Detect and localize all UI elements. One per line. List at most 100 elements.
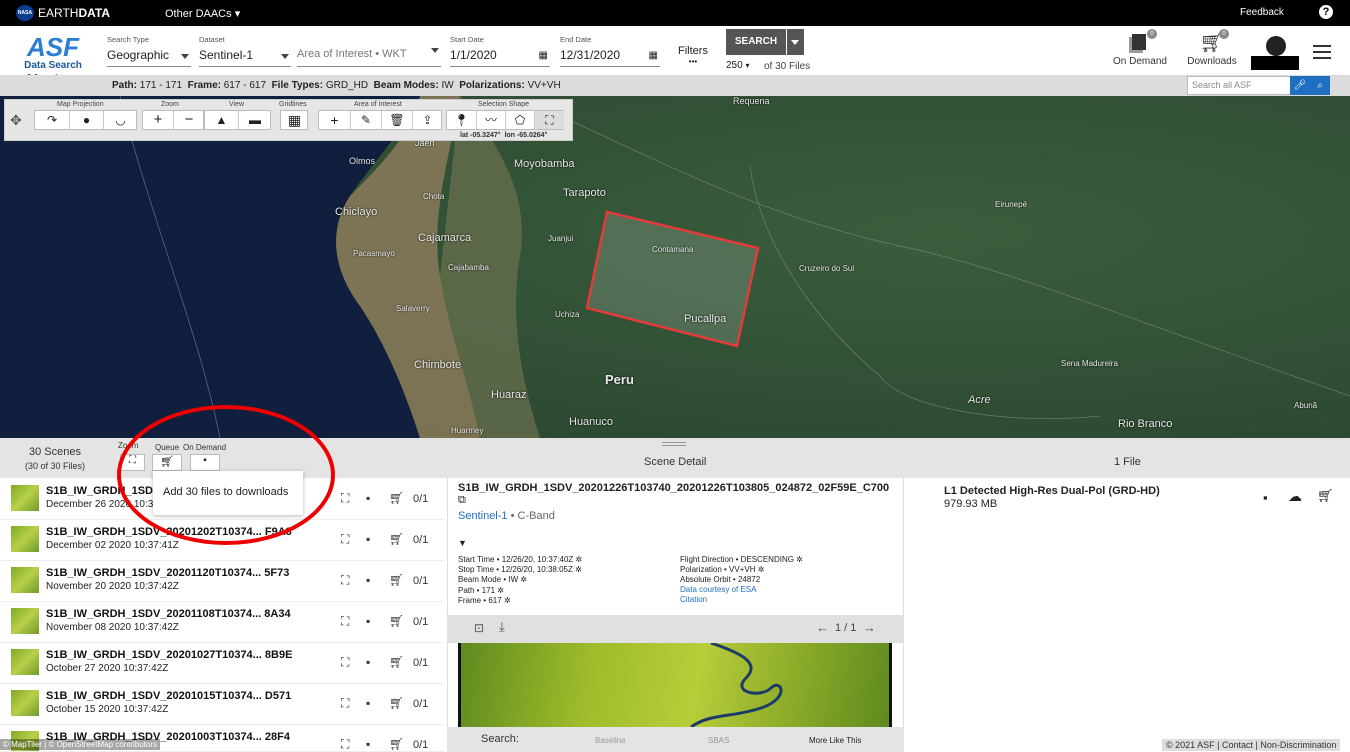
- cloud-download-icon[interactable]: ☁: [1288, 488, 1302, 505]
- frame-label: Frame:: [187, 80, 221, 91]
- zoom-to-scene-icon[interactable]: ⛶: [341, 655, 349, 670]
- river-overlay: [690, 643, 783, 727]
- search-all-asf-input[interactable]: Search all ASF: [1187, 76, 1291, 95]
- hamburger-menu-icon[interactable]: [1313, 45, 1331, 59]
- zoom-to-scene-icon[interactable]: ⛶: [341, 696, 349, 711]
- polarization: Polarization • VV+VH ✲: [680, 565, 765, 574]
- map-background: [0, 96, 1350, 438]
- map-label: Pacasmayo: [353, 249, 395, 258]
- search-type-select[interactable]: Search Type Geographic: [107, 35, 191, 67]
- zoom-to-scene-icon[interactable]: ⛶: [341, 491, 349, 506]
- queued-count: 0/1: [413, 493, 429, 505]
- cart-icon[interactable]: 🛒︎: [389, 532, 404, 546]
- edit-pencil-icon[interactable]: ✎: [350, 111, 381, 129]
- copy-icon[interactable]: ⧉: [458, 494, 466, 507]
- on-demand-icon[interactable]: ▪: [366, 491, 370, 505]
- resize-handle[interactable]: [662, 442, 686, 446]
- cart-icon[interactable]: 🛒︎: [389, 737, 404, 751]
- other-daacs-menu[interactable]: Other DAACs ▾: [165, 7, 240, 20]
- zoom-in-icon[interactable]: +: [143, 111, 173, 129]
- more-dots-icon: •••: [688, 57, 698, 66]
- start-date-field[interactable]: Start Date 1/1/2020 ▦: [450, 35, 550, 67]
- search-button[interactable]: SEARCH: [726, 29, 786, 55]
- cart-icon[interactable]: 🛒︎: [389, 655, 404, 669]
- more-like-this-button[interactable]: More Like This: [809, 736, 861, 745]
- end-date-field[interactable]: End Date 12/31/2020 ▦: [560, 35, 660, 67]
- scene-row[interactable]: S1B_IW_GRDH_1SDV_20201108T10374... 8A34 …: [0, 602, 445, 643]
- arrow-left-icon[interactable]: ←: [816, 620, 829, 635]
- aoi-input[interactable]: Area of Interest • WKT: [297, 35, 441, 67]
- sbas-button[interactable]: SBAS: [708, 736, 729, 745]
- zoom-to-scene-icon[interactable]: ⛶: [341, 532, 349, 547]
- download-icon[interactable]: ⤓: [499, 619, 505, 635]
- on-demand-icon[interactable]: ▪: [366, 737, 370, 751]
- globe-projection-icon[interactable]: ●: [69, 111, 103, 129]
- cart-icon[interactable]: 🛒︎: [1317, 488, 1334, 504]
- browse-image[interactable]: [458, 643, 892, 727]
- on-demand-icon[interactable]: ▪: [366, 696, 370, 710]
- antarctic-projection-icon[interactable]: ◡: [103, 111, 137, 129]
- box-select-icon[interactable]: ⛶: [534, 111, 564, 129]
- upload-icon[interactable]: ⇪: [412, 111, 442, 129]
- calendar-icon[interactable]: ▦: [649, 50, 658, 61]
- earthdata-brand[interactable]: EARTHDATA: [38, 6, 110, 20]
- on-demand-button[interactable]: 0 On Demand: [1112, 29, 1168, 67]
- street-view-icon[interactable]: ▬: [238, 111, 271, 129]
- cart-icon[interactable]: 🛒︎: [389, 614, 404, 628]
- satellite-view-icon[interactable]: ▲: [205, 111, 238, 129]
- top-bar: NASA EARTHDATA Other DAACs ▾ Feedback ?: [0, 0, 1350, 26]
- dataset-select[interactable]: Dataset Sentinel-1: [199, 35, 291, 67]
- arctic-projection-icon[interactable]: ↷: [35, 111, 69, 129]
- on-demand-icon[interactable]: ▪: [366, 573, 370, 587]
- map-view[interactable]: Requena Jaén Moyobamba Olmos Chota Tarap…: [0, 96, 1350, 438]
- add-aoi-icon[interactable]: +: [319, 111, 350, 129]
- zoom-to-scene-icon[interactable]: ⛶: [341, 737, 349, 751]
- courtesy-link[interactable]: Data courtesy of ESA: [680, 585, 756, 594]
- help-icon[interactable]: ?: [1319, 5, 1333, 19]
- nasa-logo[interactable]: NASA: [16, 5, 34, 21]
- chevron-down-icon[interactable]: [431, 48, 439, 53]
- site-footer-links[interactable]: © 2021 ASF | Contact | Non-Discriminatio…: [1162, 739, 1341, 751]
- zoom-to-scene-icon[interactable]: ⛶: [341, 573, 349, 588]
- cart-icon[interactable]: 🛒︎: [389, 696, 404, 710]
- search-type-value: Geographic: [107, 48, 170, 62]
- scene-date: November 08 2020 10:37:42Z: [46, 622, 179, 633]
- zoom-out-icon[interactable]: −: [173, 111, 204, 129]
- scene-row[interactable]: S1B_IW_GRDH_1SDV_20201120T10374... 5F73 …: [0, 561, 445, 602]
- dataset-value: Sentinel-1: [199, 48, 254, 62]
- beam-mode: Beam Mode • IW ✲: [458, 575, 528, 584]
- calendar-icon[interactable]: ▦: [539, 50, 548, 61]
- downloads-button[interactable]: 🛒︎ 0 Downloads: [1184, 29, 1240, 67]
- max-results-select[interactable]: 250 ▾: [726, 60, 749, 71]
- user-account[interactable]: [1251, 36, 1299, 70]
- filters-button[interactable]: Filters •••: [676, 45, 710, 66]
- grid-icon[interactable]: ▦: [281, 111, 308, 129]
- zoom-to-scene-icon[interactable]: ⛶: [341, 614, 349, 629]
- on-demand-icon[interactable]: ▪: [1263, 490, 1268, 505]
- scene-row[interactable]: S1B_IW_GRDH_1SDV_20201027T10374... 8B9E …: [0, 643, 445, 684]
- chevron-down-icon: [281, 54, 289, 59]
- search-dropdown-button[interactable]: [787, 29, 804, 55]
- cart-icon[interactable]: 🛒︎: [389, 573, 404, 587]
- trash-icon[interactable]: 🗑︎: [381, 111, 412, 129]
- search-icon[interactable]: ⌕: [1310, 76, 1330, 95]
- start-time-text: Start Time • 12/26/20, 10:37:40Z: [458, 555, 574, 564]
- cart-icon[interactable]: 🛒︎: [389, 491, 404, 505]
- expand-toggle-icon[interactable]: ▼: [458, 538, 467, 548]
- band-label: • C-Band: [510, 510, 555, 522]
- on-demand-icon[interactable]: ▪: [366, 614, 370, 628]
- dataset-link[interactable]: Sentinel-1: [458, 510, 508, 522]
- arrow-right-icon[interactable]: →: [863, 620, 876, 635]
- on-demand-icon[interactable]: ▪: [366, 655, 370, 669]
- citation-link[interactable]: Citation: [680, 595, 707, 604]
- scene-row[interactable]: S1B_IW_GRDH_1SDV_20201015T10374... D571 …: [0, 684, 445, 725]
- linestring-icon[interactable]: 〰: [476, 111, 505, 129]
- feedback-link[interactable]: Feedback: [1240, 7, 1284, 18]
- baseline-button[interactable]: Baseline: [595, 736, 626, 745]
- polygon-icon[interactable]: ⬠: [505, 111, 534, 129]
- move-handle-icon[interactable]: ✥: [10, 112, 22, 129]
- on-demand-icon[interactable]: ▪: [366, 532, 370, 546]
- point-marker-icon[interactable]: 📍︎: [447, 111, 476, 129]
- view-image-icon[interactable]: ⊡: [474, 621, 484, 635]
- microphone-icon[interactable]: 🎤︎: [1290, 76, 1310, 95]
